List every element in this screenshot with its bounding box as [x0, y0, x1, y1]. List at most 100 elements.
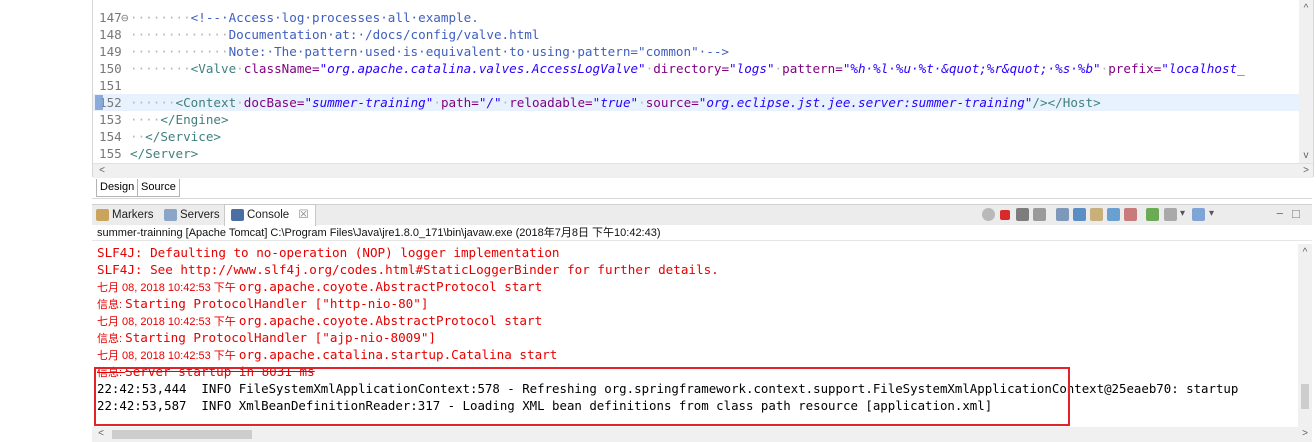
code-line[interactable]: 150 ········<Valve·className="org.apache.… — [93, 60, 1299, 77]
open-console-icon[interactable] — [1192, 208, 1205, 221]
show-stdout-icon[interactable] — [1107, 208, 1120, 221]
remove-all-icon[interactable] — [1033, 208, 1046, 221]
code-token: directory= — [653, 61, 730, 76]
console-line: 22:42:53,587 INFO XmlBeanDefinitionReade… — [92, 397, 1312, 414]
code-token: <Context — [175, 95, 237, 110]
scroll-right-icon[interactable]: > — [1298, 427, 1312, 441]
terminate-icon[interactable] — [1000, 210, 1010, 220]
console-line: 信息: Starting ProtocolHandler ["ajp-nio-8… — [92, 329, 1312, 346]
line-number: 153 — [99, 112, 122, 127]
scroll-up-icon[interactable]: ^ — [1298, 246, 1312, 260]
scroll-thumb[interactable] — [112, 430, 252, 439]
code-line[interactable]: 149 ·············Note:·The·pattern·used·i… — [93, 43, 1299, 60]
code-line[interactable]: 151 — [93, 77, 1299, 94]
close-icon[interactable]: ☒ — [298, 209, 308, 221]
console-lines[interactable]: SLF4J: Defaulting to no-operation (NOP) … — [92, 244, 1312, 414]
tab-source[interactable]: Source — [137, 179, 180, 197]
display-console-icon[interactable] — [1164, 208, 1177, 221]
code-token: "summer-training" — [304, 95, 434, 110]
code-token: </Engine> — [160, 112, 229, 127]
line-marker-icon — [95, 95, 103, 110]
clear-console-icon[interactable] — [1056, 208, 1069, 221]
code-token: · — [433, 95, 441, 110]
editor-mode-tabs: Design Source — [92, 178, 1312, 199]
code-line[interactable]: 147⊖········<!--·Access·log·processes·al… — [93, 9, 1299, 26]
console-process-description: summer-trainning [Apache Tomcat] C:\Prog… — [92, 226, 1312, 241]
pin-icon[interactable] — [982, 208, 995, 221]
chevron-down-icon[interactable]: ▾ — [1180, 208, 1185, 219]
code-token: "/" — [478, 95, 502, 110]
fold-icon[interactable]: ⊖ — [121, 9, 130, 26]
console-line: 信息: Starting ProtocolHandler ["http-nio-… — [92, 295, 1312, 312]
chevron-down-icon[interactable]: ▾ — [1209, 208, 1214, 219]
console-text: SLF4J: Defaulting to no-operation (NOP) … — [97, 245, 560, 260]
code-token: </Service> — [145, 129, 221, 144]
console-line: SLF4J: Defaulting to no-operation (NOP) … — [92, 244, 1312, 261]
scroll-left-icon[interactable]: < — [95, 164, 109, 178]
console-text: 22:42:53,587 INFO XmlBeanDefinitionReade… — [97, 398, 993, 413]
console-vertical-scrollbar[interactable]: ^ — [1298, 244, 1312, 427]
console-line: 七月 08, 2018 10:42:53 下午 org.apache.coyot… — [92, 278, 1312, 295]
indent-whitespace: ············· — [130, 44, 229, 59]
code-line[interactable]: 154 ··</Service> — [93, 128, 1299, 145]
console-prefix: 信息: — [97, 367, 126, 379]
console-text: SLF4J: See http://www.slf4j.org/codes.ht… — [97, 262, 719, 277]
code-token: Note:·The·pattern·used·is·equivalent·to·… — [228, 44, 729, 59]
code-token: path= — [440, 95, 479, 110]
word-wrap-icon[interactable] — [1090, 208, 1103, 221]
tab-console-label: Console — [247, 209, 290, 221]
console-text: Starting ProtocolHandler ["http-nio-80"] — [125, 296, 429, 311]
console-horizontal-scrollbar[interactable]: < > — [92, 427, 1312, 442]
code-token: "org.apache.catalina.valves.AccessLogVal… — [319, 61, 646, 76]
code-line[interactable]: 148 ·············Documentation·at:·/docs/… — [93, 26, 1299, 43]
tab-console[interactable]: Console ☒ — [224, 204, 316, 226]
indent-whitespace: ············· — [130, 27, 229, 42]
line-number: 151 — [99, 78, 122, 93]
line-number: 154 — [99, 129, 122, 144]
indent-whitespace: ·· — [130, 129, 146, 144]
tab-markers[interactable]: Markers — [96, 205, 154, 225]
indent-whitespace: ···· — [130, 112, 161, 127]
tab-design[interactable]: Design — [96, 179, 138, 197]
show-stderr-icon[interactable] — [1124, 208, 1137, 221]
code-token: "%h·%l·%u·%t·&quot;%r&quot;·%s·%b" — [842, 61, 1101, 76]
code-line[interactable]: 152 ······<Context·docBase="summer-traini… — [93, 94, 1299, 111]
remove-launch-icon[interactable] — [1016, 208, 1029, 221]
tab-servers[interactable]: Servers — [164, 205, 220, 225]
console-text: org.apache.coyote.AbstractProtocol start — [238, 279, 543, 294]
console-prefix: 信息: — [97, 299, 126, 311]
code-token: · — [236, 61, 244, 76]
markers-icon — [96, 208, 109, 221]
editor-horizontal-scrollbar[interactable]: < > — [93, 163, 1313, 178]
code-line[interactable]: 153 ····</Engine> — [93, 111, 1299, 128]
line-number: 149 — [99, 44, 122, 59]
console-line: 七月 08, 2018 10:42:53 下午 org.apache.coyot… — [92, 312, 1312, 329]
console-text: 22:42:53,444 INFO FileSystemXmlApplicati… — [97, 381, 1239, 396]
code-token: "logs" — [729, 61, 775, 76]
minimize-icon[interactable]: − — [1276, 206, 1284, 221]
pin-console-icon[interactable] — [1146, 208, 1159, 221]
code-token: pattern= — [782, 61, 843, 76]
console-prefix: 信息: — [97, 333, 126, 345]
scroll-up-icon[interactable]: ^ — [1299, 2, 1313, 16]
scroll-left-icon[interactable]: < — [94, 427, 108, 441]
console-text: Server startup in 8031 ms — [125, 364, 315, 379]
console-output[interactable]: SLF4J: Defaulting to no-operation (NOP) … — [92, 244, 1312, 427]
console-line: 信息: Server startup in 8031 ms — [92, 363, 1312, 380]
code-token: Documentation·at:·/docs/config/valve.htm… — [228, 27, 540, 42]
maximize-icon[interactable]: □ — [1292, 206, 1300, 221]
console-prefix: 七月 08, 2018 10:42:53 下午 — [97, 282, 239, 294]
editor-vertical-scrollbar[interactable]: ^ v — [1299, 0, 1313, 163]
code-token: reloadable= — [509, 95, 593, 110]
editor-lines[interactable]: 147⊖········<!--·Access·log·processes·al… — [93, 9, 1299, 162]
code-token: prefix= — [1108, 61, 1162, 76]
scroll-right-icon[interactable]: > — [1299, 164, 1313, 178]
code-token: "org.eclipse.jst.jee.server:summer-train… — [698, 95, 1033, 110]
console-text: org.apache.coyote.AbstractProtocol start — [238, 313, 543, 328]
scroll-thumb[interactable] — [1301, 384, 1309, 409]
xml-editor[interactable]: 147⊖········<!--·Access·log·processes·al… — [92, 0, 1314, 178]
scroll-down-icon[interactable]: v — [1299, 149, 1313, 163]
code-line[interactable]: 155 </Server> — [93, 145, 1299, 162]
code-token: source= — [645, 95, 699, 110]
scroll-lock-icon[interactable] — [1073, 208, 1086, 221]
